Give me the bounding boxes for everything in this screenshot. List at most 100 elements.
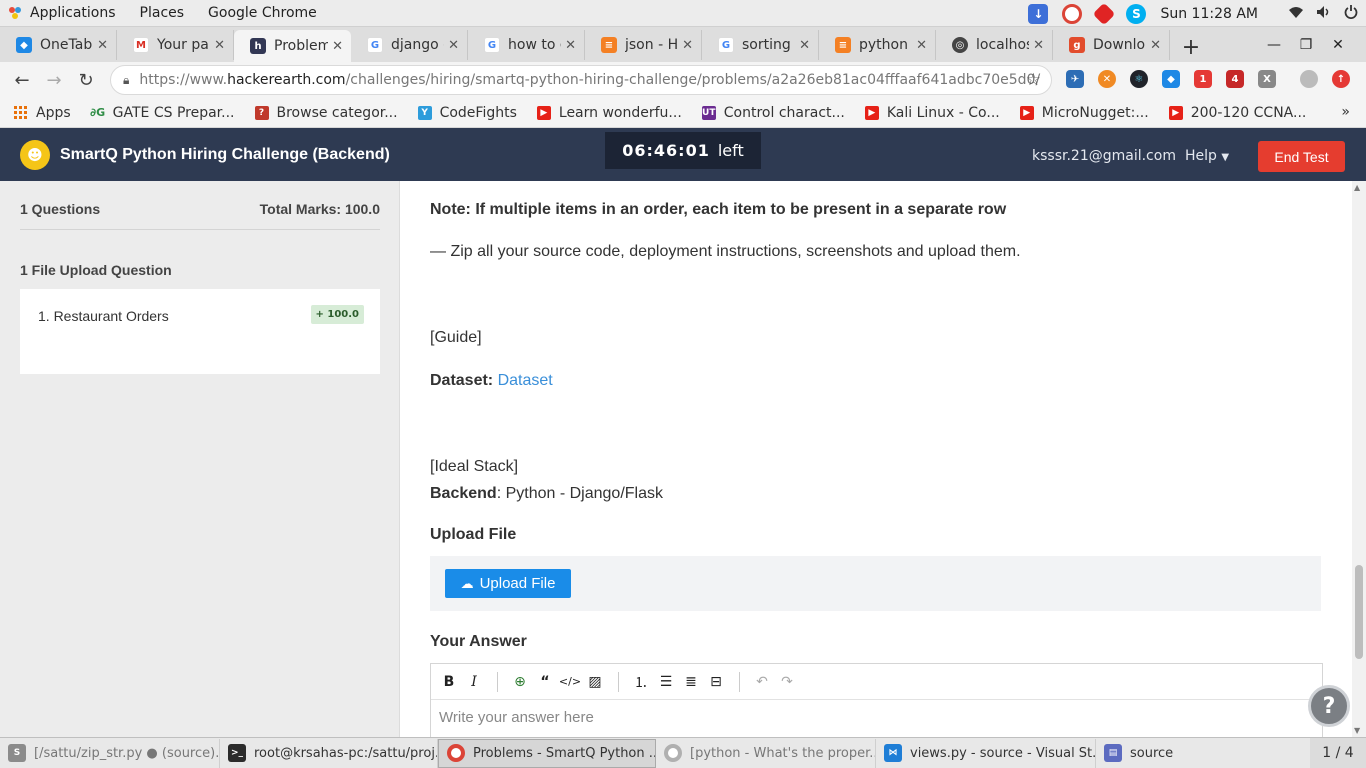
heading-icon[interactable]: ≣ bbox=[679, 674, 703, 690]
clock[interactable]: Sun 11:28 AM bbox=[1160, 6, 1258, 22]
taskbar-terminal[interactable]: >_ root@krsahas-pc:/sattu/proj... bbox=[220, 738, 438, 768]
wifi-icon[interactable] bbox=[1288, 5, 1304, 23]
close-icon[interactable]: ✕ bbox=[916, 38, 927, 53]
back-arrow-icon[interactable]: ← bbox=[6, 70, 38, 91]
taskbar-source-folder[interactable]: ▤ source bbox=[1096, 739, 1296, 768]
scroll-down-icon[interactable]: ▼ bbox=[1354, 726, 1360, 735]
react-devtools-icon[interactable]: ⚛ bbox=[1130, 70, 1148, 88]
bookmark-codefights[interactable]: Y CodeFights bbox=[417, 105, 517, 121]
page-scrollbar[interactable]: ▲ ▼ bbox=[1352, 181, 1366, 737]
tab-django[interactable]: G django c ✕ bbox=[351, 30, 468, 60]
chrome-app-menu[interactable]: Google Chrome bbox=[208, 5, 317, 21]
minimize-icon[interactable]: — bbox=[1258, 37, 1290, 53]
dataset-link[interactable]: Dataset bbox=[498, 372, 553, 389]
bulleted-list-icon[interactable]: ☰ bbox=[654, 674, 678, 690]
tab-problem[interactable]: h Problem ✕ bbox=[234, 30, 351, 62]
dataset-label: Dataset: bbox=[430, 372, 494, 389]
help-question-icon[interactable]: ? bbox=[1308, 685, 1350, 727]
extension-red-badge-icon[interactable]: 1 bbox=[1194, 70, 1212, 88]
extension-orange-icon[interactable]: ✕ bbox=[1098, 70, 1116, 88]
bookmark-control-characters[interactable]: UT Control charact... bbox=[701, 105, 845, 121]
lock-icon: 🔒︎ bbox=[123, 72, 130, 87]
numbered-list-icon[interactable]: ⒈ bbox=[629, 672, 653, 692]
horizontal-rule-icon[interactable]: ⊟ bbox=[704, 674, 728, 690]
answer-editor[interactable]: B I ⊕ “ </> ▨ ⒈ ☰ ≣ ⊟ ↶ ↷ Write your ans… bbox=[430, 663, 1323, 737]
tab-python[interactable]: ≡ python - ✕ bbox=[819, 30, 936, 60]
abp-icon[interactable]: 4 bbox=[1226, 70, 1244, 88]
bookmark-kali[interactable]: ▶ Kali Linux - Co... bbox=[864, 105, 1000, 121]
bookmarks-bar: Apps ∂G GATE CS Prepar... ? Browse categ… bbox=[0, 98, 1366, 128]
close-icon[interactable]: ✕ bbox=[448, 38, 459, 53]
applications-menu[interactable]: Applications bbox=[30, 5, 116, 21]
italic-icon[interactable]: I bbox=[462, 674, 486, 690]
chrome-tray-icon[interactable] bbox=[1062, 3, 1083, 24]
close-icon[interactable]: ✕ bbox=[97, 38, 108, 53]
taskbar-vscode[interactable]: ⋈ views.py - source - Visual St... bbox=[876, 738, 1096, 768]
question-item[interactable]: 1. Restaurant Orders + 100.0 bbox=[20, 289, 380, 374]
redo-icon[interactable]: ↷ bbox=[775, 674, 799, 690]
questions-count: 1 Questions bbox=[20, 201, 101, 217]
download-tray-icon[interactable]: ↓ bbox=[1028, 3, 1049, 24]
bookmark-micronugget[interactable]: ▶ MicroNugget:... bbox=[1019, 105, 1149, 121]
tab-json[interactable]: ≡ json - H ✕ bbox=[585, 30, 702, 60]
places-menu[interactable]: Places bbox=[140, 5, 185, 21]
tab-gmail[interactable]: M Your par ✕ bbox=[117, 30, 234, 60]
extension-x-icon[interactable]: X bbox=[1258, 70, 1276, 88]
volume-icon[interactable] bbox=[1316, 5, 1332, 23]
bookmark-ccna[interactable]: ▶ 200-120 CCNA... bbox=[1168, 105, 1306, 121]
taskbar-chrome-python[interactable]: [python - What's the proper... bbox=[656, 738, 876, 768]
forward-arrow-icon[interactable]: → bbox=[38, 70, 70, 91]
quote-icon[interactable]: “ bbox=[533, 674, 557, 690]
bookmark-star-icon[interactable]: ☆ bbox=[1026, 70, 1041, 90]
bookmark-gate-cs[interactable]: ∂G GATE CS Prepar... bbox=[90, 105, 234, 121]
undo-icon[interactable]: ↶ bbox=[750, 674, 774, 690]
close-icon[interactable]: ✕ bbox=[682, 38, 693, 53]
user-email[interactable]: ksssr.21@gmail.com bbox=[1032, 148, 1176, 164]
apps-grid-icon bbox=[14, 105, 28, 120]
new-tab-button[interactable]: + bbox=[1176, 32, 1206, 62]
code-icon[interactable]: </> bbox=[558, 675, 582, 688]
workspace-pager[interactable]: 1 / 4 bbox=[1310, 738, 1366, 768]
tab-localhost[interactable]: ◎ localhos ✕ bbox=[936, 30, 1053, 60]
globe-icon: ◎ bbox=[952, 37, 968, 53]
tab-onetab[interactable]: ◆ OneTab ✕ bbox=[0, 30, 117, 60]
tab-how-to[interactable]: G how to c ✕ bbox=[468, 30, 585, 60]
ut-icon: UT bbox=[701, 105, 716, 120]
close-icon[interactable]: ✕ bbox=[565, 38, 576, 53]
reload-icon[interactable]: ↻ bbox=[70, 70, 102, 91]
tab-title: OneTab bbox=[40, 37, 93, 53]
help-dropdown[interactable]: Help ▼ bbox=[1185, 148, 1229, 164]
anydesk-tray-icon[interactable] bbox=[1093, 2, 1116, 25]
bold-icon[interactable]: B bbox=[437, 674, 461, 690]
close-icon[interactable]: ✕ bbox=[332, 39, 343, 54]
tab-download[interactable]: g Downlo ✕ bbox=[1053, 30, 1170, 60]
bookmark-browse-categories[interactable]: ? Browse categor... bbox=[254, 105, 398, 121]
close-icon[interactable]: ✕ bbox=[1150, 38, 1161, 53]
onetab-extension-icon[interactable]: ◆ bbox=[1162, 70, 1180, 88]
close-icon[interactable]: ✕ bbox=[799, 38, 810, 53]
link-icon[interactable]: ⊕ bbox=[508, 674, 532, 690]
update-icon[interactable]: ↑ bbox=[1332, 70, 1350, 88]
image-icon[interactable]: ▨ bbox=[583, 674, 607, 690]
window-controls: — ❐ ✕ bbox=[1258, 27, 1354, 62]
taskbar-sublime[interactable]: S [/sattu/zip_str.py ● (source)... bbox=[0, 738, 220, 768]
tab-sorting[interactable]: G sorting l ✕ bbox=[702, 30, 819, 60]
tab-title: how to c bbox=[508, 37, 561, 53]
power-icon[interactable] bbox=[1344, 4, 1358, 23]
profile-avatar-icon[interactable] bbox=[1300, 70, 1318, 88]
scroll-up-icon[interactable]: ▲ bbox=[1354, 183, 1360, 192]
upload-file-button[interactable]: ☁ Upload File bbox=[445, 569, 571, 598]
more-bookmarks-icon[interactable]: » bbox=[1341, 104, 1350, 120]
maximize-icon[interactable]: ❐ bbox=[1290, 37, 1322, 53]
skype-tray-icon[interactable]: S bbox=[1126, 3, 1147, 24]
end-test-button[interactable]: End Test bbox=[1258, 141, 1345, 172]
address-bar[interactable]: 🔒︎ https://www. hackerearth.com/challenge… bbox=[110, 65, 1052, 95]
close-window-icon[interactable]: ✕ bbox=[1322, 37, 1354, 53]
taskbar-chrome-problems[interactable]: Problems - SmartQ Python ... bbox=[438, 738, 656, 768]
scroll-thumb[interactable] bbox=[1355, 565, 1363, 659]
bookmark-learn[interactable]: ▶ Learn wonderfu... bbox=[536, 105, 682, 121]
extension-plane-icon[interactable]: ✈ bbox=[1066, 70, 1084, 88]
bookmark-apps[interactable]: Apps bbox=[14, 105, 71, 121]
close-icon[interactable]: ✕ bbox=[1033, 38, 1044, 53]
close-icon[interactable]: ✕ bbox=[214, 38, 225, 53]
